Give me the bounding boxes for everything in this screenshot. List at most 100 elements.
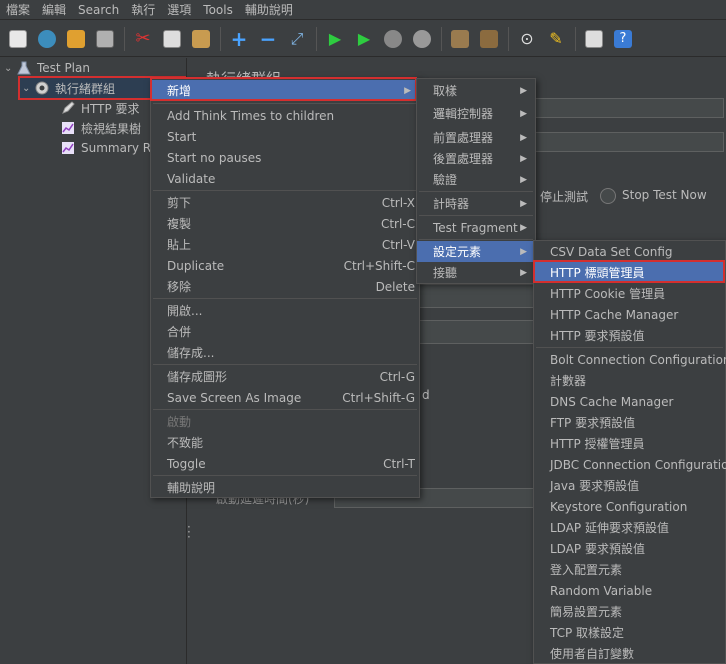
menu-item-disable[interactable]: 不致能 xyxy=(151,432,419,453)
submenu-item-sampler[interactable]: 取樣 ▶ xyxy=(417,80,535,101)
menu-item-save-screen-as-image[interactable]: Save Screen As Image Ctrl+Shift-G xyxy=(151,387,419,408)
menu-item-cut[interactable]: 剪下 Ctrl-X xyxy=(151,192,419,213)
cut-icon[interactable]: ✂ xyxy=(131,27,155,51)
menu-separator xyxy=(419,215,533,216)
templates-icon[interactable] xyxy=(35,27,59,51)
fragment-d: d xyxy=(422,388,430,402)
chevron-right-icon: ▶ xyxy=(520,198,527,209)
config-item-csv-data-set[interactable]: CSV Data Set Config xyxy=(534,241,725,262)
menu-item-start-no-pauses[interactable]: Start no pauses xyxy=(151,147,419,168)
config-item-simple-config[interactable]: 簡易設置元素 xyxy=(534,601,725,622)
config-item-java-request-defaults[interactable]: Java 要求預設值 xyxy=(534,475,725,496)
config-item-login-config[interactable]: 登入配置元素 xyxy=(534,559,725,580)
comments-field[interactable] xyxy=(534,132,724,152)
submenu-item-listener[interactable]: 接聽 ▶ xyxy=(417,262,535,283)
toggle-icon[interactable]: ⤢ xyxy=(285,27,309,51)
config-item-jdbc-connection[interactable]: JDBC Connection Configuration xyxy=(534,454,726,475)
collapse-icon[interactable]: − xyxy=(256,27,280,51)
config-item-tcp-sampler-config[interactable]: TCP 取樣設定 xyxy=(534,622,725,643)
start-no-pauses-icon[interactable]: ▶ xyxy=(352,27,376,51)
clear-icon[interactable] xyxy=(448,27,472,51)
toolbar-separator xyxy=(441,26,442,51)
submenu-item-test-fragment[interactable]: Test Fragment ▶ xyxy=(417,217,535,238)
menu-bar: 檔案 編輯 Search 執行 選項 Tools 輔助說明 xyxy=(0,0,726,20)
tree-node-label: HTTP 要求 xyxy=(81,101,140,116)
menu-item-save-as[interactable]: 儲存成... xyxy=(151,342,419,363)
start-icon[interactable]: ▶ xyxy=(323,27,347,51)
chevron-right-icon: ▶ xyxy=(520,222,527,233)
menu-item-add-think-times[interactable]: Add Think Times to children xyxy=(151,105,419,126)
config-item-counter[interactable]: 計數器 xyxy=(534,370,725,391)
tree-node-test-plan[interactable]: ⌄ Test Plan xyxy=(4,58,90,78)
drag-handle-icon[interactable]: · · · xyxy=(187,521,191,543)
copy-icon[interactable] xyxy=(160,27,184,51)
config-item-http-cookie-manager[interactable]: HTTP Cookie 管理員 xyxy=(534,283,725,304)
menu-item-duplicate[interactable]: Duplicate Ctrl+Shift-C xyxy=(151,255,419,276)
submenu-item-logic-controller[interactable]: 邏輯控制器 ▶ xyxy=(417,103,535,124)
name-field[interactable] xyxy=(534,98,724,118)
menu-item-merge[interactable]: 合併 xyxy=(151,321,419,342)
tree-node-label: Test Plan xyxy=(37,61,90,75)
submenu-item-post-processor[interactable]: 後置處理器 ▶ xyxy=(417,148,535,169)
menu-item-add[interactable]: 新增 ▶ xyxy=(151,80,419,101)
tree-node-http-request[interactable]: HTTP 要求 xyxy=(60,98,140,118)
flask-icon xyxy=(16,60,32,76)
menu-file[interactable]: 檔案 xyxy=(0,0,36,20)
menu-tools[interactable]: Tools xyxy=(197,0,239,20)
clear-all-icon[interactable] xyxy=(477,27,501,51)
submenu-item-pre-processor[interactable]: 前置處理器 ▶ xyxy=(417,127,535,148)
config-item-ldap-extended-defaults[interactable]: LDAP 延伸要求預設值 xyxy=(534,517,725,538)
tree-node-view-results[interactable]: 檢視結果樹 xyxy=(60,118,141,138)
reset-search-icon[interactable]: ✎ xyxy=(544,27,568,51)
menu-item-copy[interactable]: 複製 Ctrl-C xyxy=(151,213,419,234)
submenu-item-timer[interactable]: 計時器 ▶ xyxy=(417,193,535,214)
settings-field[interactable] xyxy=(414,284,534,308)
config-item-keystore[interactable]: Keystore Configuration xyxy=(534,496,725,517)
menu-item-save-as-image[interactable]: 儲存成圖形 Ctrl-G xyxy=(151,366,419,387)
shutdown-icon[interactable] xyxy=(410,27,434,51)
menu-help[interactable]: 輔助說明 xyxy=(239,0,299,20)
submenu-item-config-element[interactable]: 設定元素 ▶ xyxy=(417,241,535,262)
paste-icon[interactable] xyxy=(189,27,213,51)
menu-search[interactable]: Search xyxy=(72,0,125,20)
menu-item-help[interactable]: 輔助說明 xyxy=(151,477,419,498)
expand-icon[interactable]: + xyxy=(227,27,251,51)
function-helper-icon[interactable] xyxy=(582,27,606,51)
settings-field[interactable] xyxy=(414,320,534,344)
tree-node-summary-report[interactable]: Summary Re xyxy=(60,138,158,158)
config-item-user-defined-variables[interactable]: 使用者自訂變數 xyxy=(534,643,725,664)
menu-item-validate[interactable]: Validate xyxy=(151,168,419,189)
config-item-ftp-request-defaults[interactable]: FTP 要求預設值 xyxy=(534,412,725,433)
menu-item-paste[interactable]: 貼上 Ctrl-V xyxy=(151,234,419,255)
config-item-http-cache-manager[interactable]: HTTP Cache Manager xyxy=(534,304,725,325)
menu-options[interactable]: 選項 xyxy=(161,0,197,20)
menu-separator xyxy=(153,298,417,299)
config-item-http-request-defaults[interactable]: HTTP 要求預設值 xyxy=(534,325,725,346)
help-icon[interactable]: ? xyxy=(611,27,635,51)
menu-item-open[interactable]: 開啟... xyxy=(151,300,419,321)
search-icon[interactable]: ⊙ xyxy=(515,27,539,51)
save-icon[interactable] xyxy=(93,27,117,51)
config-item-ldap-request-defaults[interactable]: LDAP 要求預設值 xyxy=(534,538,725,559)
menu-run[interactable]: 執行 xyxy=(125,0,161,20)
open-icon[interactable] xyxy=(64,27,88,51)
config-item-http-header-manager[interactable]: HTTP 標頭管理員 xyxy=(534,262,725,283)
config-item-dns-cache-manager[interactable]: DNS Cache Manager xyxy=(534,391,725,412)
submenu-item-assertion[interactable]: 驗證 ▶ xyxy=(417,169,535,190)
menu-separator xyxy=(153,364,417,365)
stop-test-now-radio[interactable] xyxy=(600,188,616,204)
chevron-down-icon[interactable]: ⌄ xyxy=(22,83,34,94)
new-icon[interactable] xyxy=(6,27,30,51)
gear-icon xyxy=(34,80,50,96)
config-item-random-variable[interactable]: Random Variable xyxy=(534,580,725,601)
config-item-bolt-connection[interactable]: Bolt Connection Configuration xyxy=(534,349,726,370)
menu-item-toggle[interactable]: Toggle Ctrl-T xyxy=(151,453,419,474)
stop-icon[interactable] xyxy=(381,27,405,51)
config-item-http-auth-manager[interactable]: HTTP 授權管理員 xyxy=(534,433,725,454)
toolbar-separator xyxy=(124,26,125,51)
menu-item-start[interactable]: Start xyxy=(151,126,419,147)
menu-item-remove[interactable]: 移除 Delete xyxy=(151,276,419,297)
menu-edit[interactable]: 編輯 xyxy=(36,0,72,20)
chevron-right-icon: ▶ xyxy=(520,108,527,119)
chevron-down-icon[interactable]: ⌄ xyxy=(4,63,16,74)
